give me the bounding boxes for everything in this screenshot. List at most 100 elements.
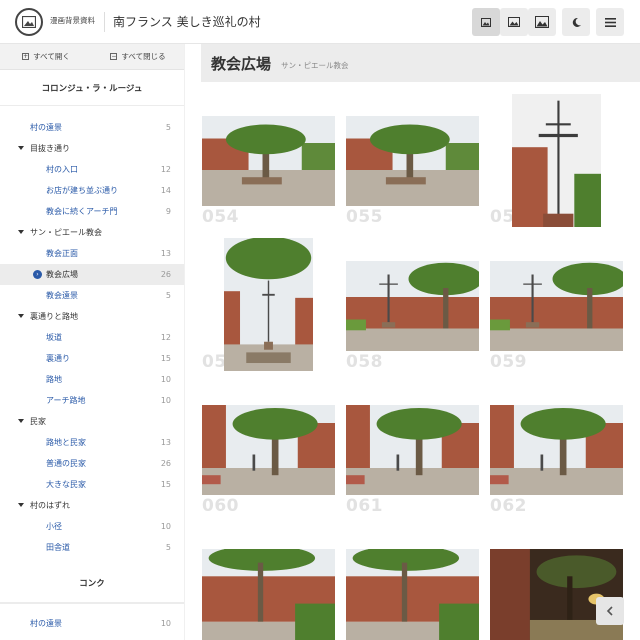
photo-thumbnail[interactable] <box>490 261 623 351</box>
sidebar-group[interactable]: 村のはずれ <box>0 495 184 516</box>
sidebar-item[interactable]: 村の遠景 5 <box>0 117 184 138</box>
expand-all-label: すべて開く <box>33 52 70 61</box>
sidebar-item-label: 教会に続くアーチ門 <box>46 207 118 216</box>
sidebar-group[interactable]: 民家 <box>0 411 184 432</box>
moon-icon <box>572 17 581 27</box>
caret-down-icon <box>18 503 24 507</box>
sidebar-item[interactable]: 教会に続くアーチ門 9 <box>0 201 184 222</box>
photo-thumbnail[interactable] <box>512 94 601 227</box>
sidebar-item-label: 村の入口 <box>46 165 78 174</box>
expand-all-button[interactable]: + すべて開く <box>0 44 92 69</box>
menu-button[interactable] <box>596 8 624 36</box>
photo-thumbnail[interactable] <box>346 261 479 351</box>
sidebar-item[interactable]: 坂道 12 <box>0 327 184 348</box>
large-thumbnails-button[interactable] <box>528 8 556 36</box>
sidebar-item[interactable]: 田舎道 5 <box>0 537 184 558</box>
sidebar-item-label: 路地と民家 <box>46 438 86 447</box>
sidebar-item-count: 10 <box>160 375 171 384</box>
sidebar-item-label: 普通の民家 <box>46 459 86 468</box>
site-name[interactable]: 漫画背景資料 <box>50 15 95 26</box>
sidebar-item-label: 小径 <box>46 522 62 531</box>
sidebar-group[interactable]: サン・ピエール教会 <box>0 222 184 243</box>
image-small-icon <box>481 17 491 27</box>
sidebar-item-label: 田舎道 <box>46 543 70 552</box>
sidebar-item-label: サン・ピエール教会 <box>30 228 102 237</box>
sidebar-item-count: 5 <box>165 543 171 552</box>
sidebar-item-count: 9 <box>165 207 171 216</box>
caret-down-icon <box>18 146 24 150</box>
header-divider <box>104 12 105 32</box>
main-content: 教会広場 サン・ピエール教会 054 055 056 057 058 059 060 061 0… <box>185 44 640 640</box>
small-thumbnails-button[interactable] <box>472 8 500 36</box>
app-header: 漫画背景資料 南フランス 美しき巡礼の村 <box>0 0 640 44</box>
sidebar-item-count: 15 <box>160 480 171 489</box>
medium-thumbnails-button[interactable] <box>500 8 528 36</box>
photo-thumbnail[interactable] <box>202 405 335 495</box>
caret-down-icon <box>18 419 24 423</box>
photo-thumbnail[interactable] <box>202 116 335 206</box>
photo-thumbnail[interactable] <box>202 549 335 640</box>
sidebar-nav: 村の遠景 5 目抜き通り 村の入口 12 お店が建ち並ぶ通り 14 教会に続くアーチ門 9 サン・… <box>0 106 184 558</box>
sidebar-item-label: 教会遠景 <box>46 291 78 300</box>
image-large-icon <box>535 16 549 28</box>
sidebar-group[interactable]: 裏通りと路地 <box>0 306 184 327</box>
sidebar-item-count: 10 <box>160 619 171 628</box>
sidebar-item-label: 村の遠景 <box>30 619 62 628</box>
sidebar-item[interactable]: 路地 10 <box>0 369 184 390</box>
collapse-all-button[interactable]: − すべて閉じる <box>92 44 184 69</box>
sidebar-item-count: 5 <box>165 123 171 132</box>
sidebar-item[interactable]: 教会正面 13 <box>0 243 184 264</box>
expand-controls: + すべて開く − すべて閉じる <box>0 44 184 70</box>
scroll-back-button[interactable] <box>596 597 624 625</box>
gallery-title: 教会広場 <box>211 54 272 73</box>
sidebar-item-count: 26 <box>160 459 171 468</box>
photo-thumbnail[interactable] <box>224 238 313 371</box>
caret-down-icon <box>18 314 24 318</box>
photo-thumbnail[interactable] <box>346 405 479 495</box>
sidebar-item-count: 26 <box>160 270 171 279</box>
minus-square-icon: − <box>110 53 118 60</box>
sidebar-item[interactable]: 大きな民家 15 <box>0 474 184 495</box>
sidebar: + すべて開く − すべて閉じる コロンジュ・ラ・ルージュ 村の遠景 5 目抜き通り… <box>0 44 185 640</box>
caret-down-icon <box>18 230 24 234</box>
photo-number: 062 <box>490 496 527 516</box>
photo-number: 059 <box>490 352 527 372</box>
sidebar-item-label: 大きな民家 <box>46 480 86 489</box>
photo-thumbnail[interactable] <box>490 405 623 495</box>
sidebar-item[interactable]: 教会遠景 5 <box>0 285 184 306</box>
photo-thumbnail[interactable] <box>346 549 479 640</box>
dark-mode-button[interactable] <box>562 8 590 36</box>
collapse-all-label: すべて閉じる <box>121 52 166 61</box>
sidebar-item[interactable]: 路地と民家 13 <box>0 432 184 453</box>
sidebar-item-label: 村の遠景 <box>30 123 62 132</box>
site-logo-icon[interactable] <box>15 8 43 36</box>
photo-thumbnail[interactable] <box>346 116 479 206</box>
sidebar-nav-2: 村の遠景 10 目抜き通り <box>0 603 184 640</box>
sidebar-item-label: 坂道 <box>46 333 62 342</box>
sidebar-section-title[interactable]: コロンジュ・ラ・ルージュ <box>0 70 184 106</box>
sidebar-item[interactable]: › 教会広場 26 <box>0 264 184 285</box>
current-page-icon: › <box>33 270 42 279</box>
sidebar-item-label: 村のはずれ <box>30 501 70 510</box>
sidebar-item[interactable]: 村の遠景 10 <box>0 613 184 634</box>
plus-square-icon: + <box>22 53 30 60</box>
sidebar-item-label: お店が建ち並ぶ通り <box>46 186 118 195</box>
gallery-subtitle: サン・ピエール教会 <box>281 60 349 70</box>
sidebar-item[interactable]: 普通の民家 26 <box>0 453 184 474</box>
photo-number: 061 <box>346 496 383 516</box>
sidebar-item[interactable]: アーチ路地 10 <box>0 390 184 411</box>
sidebar-group[interactable]: 目抜き通り <box>0 138 184 159</box>
sidebar-item[interactable]: お店が建ち並ぶ通り 14 <box>0 180 184 201</box>
sidebar-item[interactable]: 小径 10 <box>0 516 184 537</box>
photo-thumbnail[interactable] <box>490 549 623 640</box>
sidebar-item-label: 教会正面 <box>46 249 78 258</box>
photo-number: 055 <box>346 207 383 227</box>
sidebar-item-count: 15 <box>160 354 171 363</box>
sidebar-item[interactable]: 裏通り 15 <box>0 348 184 369</box>
sidebar-group[interactable]: 目抜き通り <box>0 634 184 640</box>
sidebar-item[interactable]: 村の入口 12 <box>0 159 184 180</box>
page-heading: 南フランス 美しき巡礼の村 <box>113 15 261 29</box>
hamburger-icon <box>604 17 616 27</box>
sidebar-item-label: アーチ路地 <box>46 396 86 405</box>
sidebar-section-title-2[interactable]: コンク <box>0 563 184 603</box>
